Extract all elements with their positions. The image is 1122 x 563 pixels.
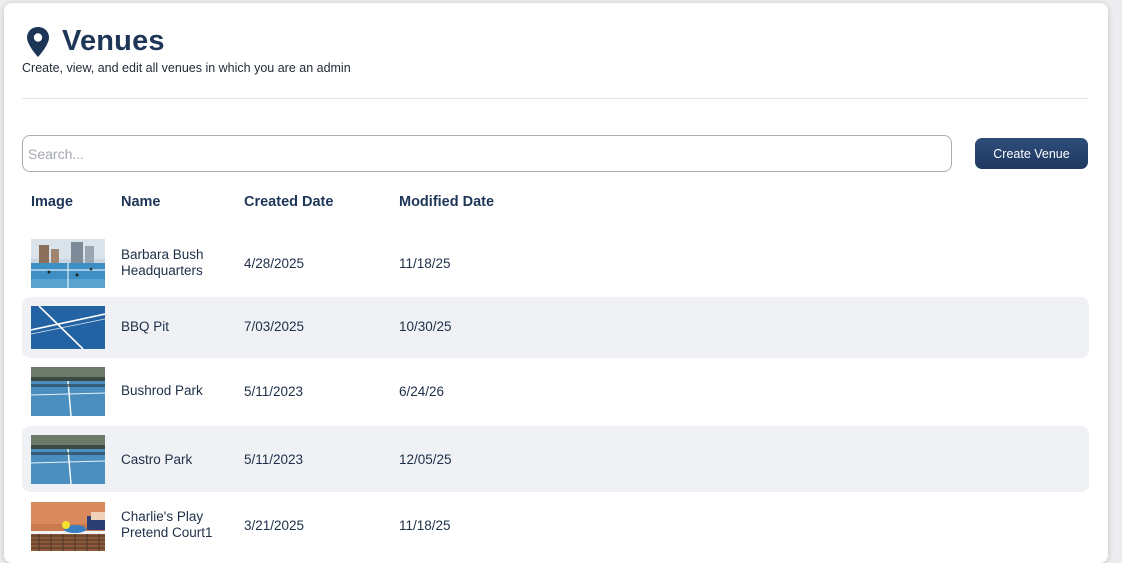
venue-image (31, 306, 105, 349)
venue-name[interactable]: Castro Park (121, 452, 231, 468)
create-venue-button[interactable]: Create Venue (975, 138, 1088, 169)
page-header: Venues (22, 25, 165, 58)
venue-image (31, 435, 105, 484)
table-row[interactable]: BBQ Pit 7/03/2025 10/30/25 (22, 297, 1089, 358)
column-header-modified-date[interactable]: Modified Date (399, 194, 494, 210)
venue-modified-date: 6/24/26 (399, 384, 445, 399)
table-row[interactable]: Charlie's Play Pretend Court1 3/21/2025 … (22, 494, 1089, 560)
table-row[interactable]: Barbara Bush Headquarters 4/28/2025 11/1… (22, 233, 1089, 295)
column-header-created-date[interactable]: Created Date (244, 194, 333, 210)
page-title: Venues (62, 25, 165, 57)
venue-modified-date: 11/18/25 (399, 518, 451, 533)
venue-created-date: 5/11/2023 (244, 384, 304, 399)
venue-image (31, 239, 105, 288)
table-row[interactable]: Bushrod Park 5/11/2023 6/24/26 (22, 360, 1089, 424)
venue-modified-date: 12/05/25 (399, 452, 452, 467)
venue-modified-date: 11/18/25 (399, 256, 451, 271)
venue-name[interactable]: BBQ Pit (121, 319, 231, 335)
venues-card: Venues Create, view, and edit all venues… (4, 3, 1108, 563)
venue-image (31, 502, 105, 551)
venue-created-date: 4/28/2025 (244, 256, 305, 271)
venue-image (31, 367, 105, 416)
search-input[interactable] (22, 135, 952, 172)
venue-name[interactable]: Barbara Bush Headquarters (121, 247, 231, 279)
venue-name[interactable]: Charlie's Play Pretend Court1 (121, 509, 231, 541)
venue-created-date: 7/03/2025 (244, 319, 305, 334)
venue-modified-date: 10/30/25 (399, 319, 452, 334)
column-header-image[interactable]: Image (31, 194, 73, 210)
map-pin-icon (26, 26, 50, 57)
column-header-name[interactable]: Name (121, 194, 161, 210)
venue-created-date: 5/11/2023 (244, 452, 304, 467)
header-divider (22, 98, 1089, 99)
venue-created-date: 3/21/2025 (244, 518, 305, 533)
page-subtitle: Create, view, and edit all venues in whi… (22, 61, 351, 75)
table-row[interactable]: Castro Park 5/11/2023 12/05/25 (22, 426, 1089, 492)
venue-name[interactable]: Bushrod Park (121, 383, 231, 399)
